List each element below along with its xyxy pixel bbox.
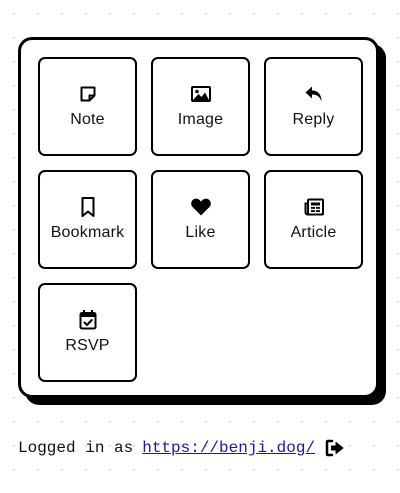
like-button[interactable]: Like (151, 170, 250, 269)
newspaper-icon (266, 196, 361, 218)
bookmark-icon (40, 196, 135, 218)
reply-icon (266, 83, 361, 105)
logout-icon (325, 439, 345, 457)
post-type-panel: Note Image Reply Bookmark Like Article R… (18, 37, 379, 398)
logged-in-text: Logged in as (18, 439, 134, 457)
image-button[interactable]: Image (151, 57, 250, 156)
note-label: Note (70, 111, 105, 128)
note-icon (40, 83, 135, 105)
bookmark-button[interactable]: Bookmark (38, 170, 137, 269)
rsvp-label: RSVP (65, 337, 110, 354)
bookmark-label: Bookmark (50, 224, 125, 241)
like-label: Like (185, 224, 216, 241)
image-icon (153, 83, 248, 105)
note-button[interactable]: Note (38, 57, 137, 156)
reply-button[interactable]: Reply (264, 57, 363, 156)
heart-icon (153, 196, 248, 218)
calendar-check-icon (40, 309, 135, 331)
rsvp-button[interactable]: RSVP (38, 283, 137, 382)
reply-label: Reply (292, 111, 335, 128)
logout-button[interactable] (325, 439, 345, 457)
article-label: Article (290, 224, 337, 241)
login-status: Logged in as https://benji.dog/ (18, 436, 345, 460)
article-button[interactable]: Article (264, 170, 363, 269)
image-label: Image (177, 111, 224, 128)
user-profile-link[interactable]: https://benji.dog/ (142, 439, 315, 457)
